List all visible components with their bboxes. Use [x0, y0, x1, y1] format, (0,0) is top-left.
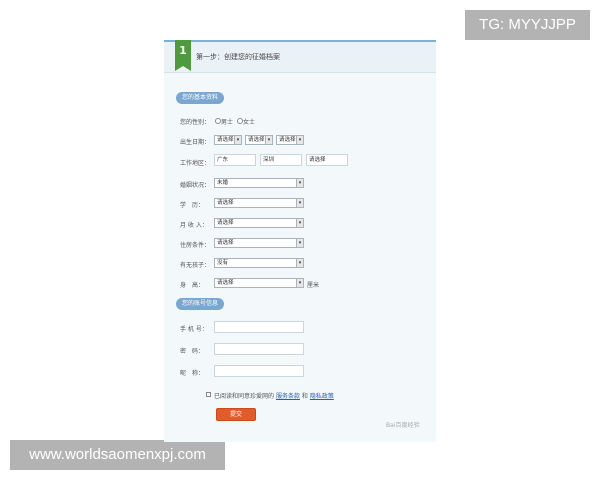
work-province-input[interactable]: 广东 [214, 154, 256, 166]
registration-card: 1 第一步：创建您的征婚档案 您的基本资料 您的性别： 男士 女士 出生日期： … [164, 40, 436, 442]
phone-input[interactable] [214, 321, 304, 333]
submit-button[interactable]: 提交 [216, 408, 256, 421]
phone-label: 手 机 号： [180, 326, 208, 333]
birth-year-select[interactable]: 请选择 ▾ [214, 135, 242, 145]
income-label: 月 收 入： [180, 222, 208, 229]
url-badge: www.worldsaomenxpj.com [10, 440, 225, 470]
work-district-input[interactable]: 请选择 [306, 154, 348, 166]
children-label: 有无孩子： [180, 262, 211, 269]
birth-day-select[interactable]: 请选择 ▾ [276, 135, 304, 145]
work-city-input[interactable]: 深圳 [260, 154, 302, 166]
nickname-input[interactable] [214, 365, 304, 377]
birth-label: 出生日期： [180, 139, 211, 146]
chevron-down-icon: ▾ [296, 179, 303, 187]
chevron-down-icon: ▾ [265, 136, 272, 144]
housing-select[interactable]: 请选择 ▾ [214, 238, 304, 248]
password-input[interactable] [214, 343, 304, 355]
chevron-down-icon: ▾ [296, 259, 303, 267]
height-select[interactable]: 请选择 ▾ [214, 278, 304, 288]
chevron-down-icon: ▾ [296, 136, 303, 144]
income-select[interactable]: 请选择 ▾ [214, 218, 304, 228]
chevron-down-icon: ▾ [296, 199, 303, 207]
watermark: Bai百度经验 [386, 422, 420, 429]
gender-label: 您的性别： [180, 119, 211, 126]
agreement-checkbox[interactable] [206, 392, 211, 397]
agreement-prefix: 已阅读和同意珍爱网的 [214, 393, 275, 400]
gender-female-label: 女士 [243, 119, 256, 126]
chevron-down-icon: ▾ [234, 136, 241, 144]
privacy-link[interactable]: 隐私政策 [310, 393, 334, 400]
marital-select[interactable]: 未婚 ▾ [214, 178, 304, 188]
step-badge: 1 [175, 40, 191, 71]
work-area-label: 工作地区： [180, 160, 211, 167]
section-account-info: 您的账号信息 [176, 298, 225, 310]
agreement-and: 和 [301, 393, 308, 400]
terms-link[interactable]: 服务条款 [276, 393, 300, 400]
tg-badge: TG: MYYJJPP [465, 10, 590, 40]
card-header: 1 第一步：创建您的征婚档案 [164, 40, 436, 73]
agreement-text: 已阅读和同意珍爱网的 服务条款 和 隐私政策 [214, 391, 334, 400]
nickname-label: 昵 称： [180, 370, 205, 377]
section-basic-info: 您的基本资料 [176, 92, 225, 104]
card-title: 第一步：创建您的征婚档案 [196, 53, 280, 61]
marital-label: 婚姻状况： [180, 182, 211, 189]
chevron-down-icon: ▾ [296, 239, 303, 247]
chevron-down-icon: ▾ [296, 219, 303, 227]
housing-label: 住房条件： [180, 242, 211, 249]
education-label: 学 历： [180, 202, 205, 209]
birth-month-select[interactable]: 请选择 ▾ [245, 135, 273, 145]
password-label: 密 码： [180, 348, 205, 355]
education-select[interactable]: 请选择 ▾ [214, 198, 304, 208]
gender-male-label: 男士 [221, 119, 234, 126]
height-label: 身 高： [180, 282, 205, 289]
children-select[interactable]: 没有 ▾ [214, 258, 304, 268]
chevron-down-icon: ▾ [296, 279, 303, 287]
height-unit: 厘米 [307, 282, 320, 289]
